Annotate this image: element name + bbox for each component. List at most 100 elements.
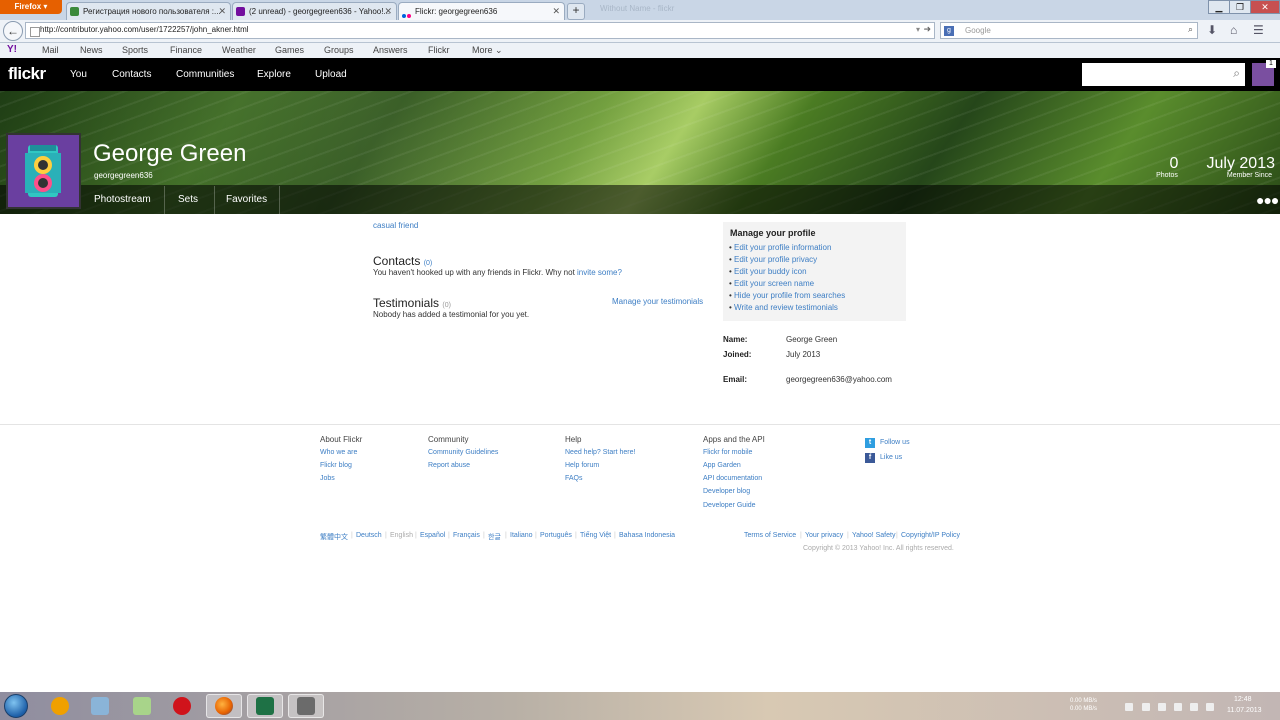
- go-arrow-icon[interactable]: ➜: [923, 24, 931, 35]
- facebook-icon[interactable]: f: [865, 453, 875, 463]
- manage-testimonials-link[interactable]: Manage your testimonials: [612, 297, 703, 306]
- edit-profile-privacy-link[interactable]: • Edit your profile privacy: [729, 255, 817, 264]
- clock-time[interactable]: 12:48: [1234, 696, 1252, 703]
- bookmark-flickr[interactable]: Flickr: [428, 45, 450, 55]
- close-window-button[interactable]: ✕: [1250, 0, 1280, 14]
- yahoo-logo-icon[interactable]: Y!: [7, 44, 17, 55]
- search-icon[interactable]: ⌕: [1188, 24, 1193, 35]
- nav-explore[interactable]: Explore: [257, 69, 291, 80]
- taskbar-app-explorer[interactable]: [82, 694, 118, 718]
- write-testimonials-link[interactable]: • Write and review testimonials: [729, 303, 838, 312]
- lang-francais[interactable]: Français: [453, 532, 480, 539]
- copyright-policy-link[interactable]: Copyright/IP Policy: [901, 532, 960, 539]
- footer-who-we-are[interactable]: Who we are: [320, 449, 357, 456]
- taskbar-app-excel[interactable]: [247, 694, 283, 718]
- email-link[interactable]: georgegreen636@yahoo.com: [786, 375, 892, 384]
- edit-profile-info-link[interactable]: • Edit your profile information: [729, 243, 831, 252]
- bookmark-weather[interactable]: Weather: [222, 45, 256, 55]
- link-label[interactable]: Hide your profile from searches: [734, 291, 845, 300]
- url-text[interactable]: http://contributor.yahoo.com/user/172225…: [40, 25, 249, 34]
- minimize-button[interactable]: ▁: [1208, 0, 1230, 14]
- footer-flickr-blog[interactable]: Flickr blog: [320, 462, 352, 469]
- tab-yahoo-mail[interactable]: (2 unread) - georgegreen636 - Yahoo!... …: [232, 2, 397, 20]
- back-button[interactable]: ←: [3, 21, 23, 41]
- tray-icon[interactable]: [1158, 703, 1166, 711]
- privacy-link[interactable]: Your privacy: [805, 532, 843, 539]
- clock-date[interactable]: 11.07.2013: [1227, 707, 1262, 714]
- link-label[interactable]: Edit your profile privacy: [734, 255, 817, 264]
- taskbar-app-avast[interactable]: [42, 694, 78, 718]
- google-engine-icon[interactable]: g: [944, 26, 954, 36]
- flickr-search-input[interactable]: ⌕: [1082, 63, 1245, 86]
- close-tab-icon[interactable]: ✕: [218, 3, 226, 20]
- footer-need-help[interactable]: Need help? Start here!: [565, 449, 635, 456]
- url-bar[interactable]: http://contributor.yahoo.com/user/172225…: [25, 22, 935, 39]
- keyboard-layout-icon[interactable]: [1206, 703, 1214, 711]
- taskbar-app-firefox[interactable]: [206, 694, 242, 718]
- tray-icon[interactable]: [1174, 703, 1182, 711]
- footer-help-forum[interactable]: Help forum: [565, 462, 599, 469]
- buddy-icon[interactable]: [6, 133, 81, 209]
- close-tab-icon[interactable]: ✕: [384, 3, 392, 20]
- tab-photostream[interactable]: Photostream: [94, 194, 151, 205]
- invite-link[interactable]: invite some?: [577, 268, 622, 277]
- link-label[interactable]: Edit your profile information: [734, 243, 831, 252]
- nav-upload[interactable]: Upload: [315, 69, 347, 80]
- tab-flickr[interactable]: Flickr: georgegreen636 ✕: [398, 2, 565, 20]
- bookmark-sports[interactable]: Sports: [122, 45, 148, 55]
- download-icon[interactable]: ⬇: [1207, 23, 1217, 37]
- tray-icon[interactable]: [1125, 703, 1133, 711]
- footer-dev-blog[interactable]: Developer blog: [703, 488, 750, 495]
- relationship-link[interactable]: casual friend: [373, 221, 418, 230]
- close-tab-icon[interactable]: ✕: [552, 3, 560, 20]
- edit-buddy-icon-link[interactable]: • Edit your buddy icon: [729, 267, 807, 276]
- lang-portugues[interactable]: Português: [540, 532, 572, 539]
- footer-dev-guide[interactable]: Developer Guide: [703, 502, 756, 509]
- more-options-icon[interactable]: ●●●: [1256, 192, 1279, 208]
- tab-registration[interactable]: Регистрация нового пользователя :... ✕: [66, 2, 231, 20]
- taskbar-app-opera[interactable]: [164, 694, 200, 718]
- terms-link[interactable]: Terms of Service: [744, 532, 796, 539]
- search-bar[interactable]: g Google ⌕: [940, 22, 1198, 39]
- lang-vietnamese[interactable]: Tiếng Việt: [580, 532, 611, 539]
- search-placeholder[interactable]: Google: [965, 26, 991, 35]
- firefox-menu-button[interactable]: Firefox ▾: [0, 0, 62, 14]
- tab-favorites[interactable]: Favorites: [226, 194, 267, 205]
- notification-badge[interactable]: 1: [1266, 60, 1276, 68]
- nav-communities[interactable]: Communities: [176, 69, 234, 80]
- safety-link[interactable]: Yahoo! Safety: [852, 532, 895, 539]
- taskbar-app-tool[interactable]: [288, 694, 324, 718]
- url-dropdown-icon[interactable]: ▾: [916, 25, 920, 34]
- lang-bahasa[interactable]: Bahasa Indonesia: [619, 532, 675, 539]
- nav-contacts[interactable]: Contacts: [112, 69, 151, 80]
- lang-korean[interactable]: 한글: [488, 532, 501, 542]
- bookmark-news[interactable]: News: [80, 45, 103, 55]
- menu-icon[interactable]: ☰: [1253, 23, 1264, 37]
- volume-icon[interactable]: [1190, 703, 1198, 711]
- contacts-count[interactable]: (0): [424, 260, 433, 267]
- flickr-logo[interactable]: flickr: [8, 64, 46, 84]
- footer-app-garden[interactable]: App Garden: [703, 462, 741, 469]
- home-icon[interactable]: ⌂: [1230, 23, 1237, 37]
- twitter-icon[interactable]: t: [865, 438, 875, 448]
- bookmark-answers[interactable]: Answers: [373, 45, 408, 55]
- bookmark-games[interactable]: Games: [275, 45, 304, 55]
- hide-profile-link[interactable]: • Hide your profile from searches: [729, 291, 845, 300]
- footer-flickr-mobile[interactable]: Flickr for mobile: [703, 449, 752, 456]
- footer-community-guidelines[interactable]: Community Guidelines: [428, 449, 498, 456]
- lang-espanol[interactable]: Español: [420, 532, 445, 539]
- footer-follow-us[interactable]: Follow us: [880, 439, 910, 446]
- start-button[interactable]: [4, 694, 28, 718]
- lang-traditional-chinese[interactable]: 繁體中文: [320, 532, 348, 542]
- restore-button[interactable]: ❐: [1229, 0, 1251, 14]
- tab-sets[interactable]: Sets: [178, 194, 198, 205]
- bookmark-finance[interactable]: Finance: [170, 45, 202, 55]
- link-label[interactable]: Write and review testimonials: [734, 303, 838, 312]
- edit-screen-name-link[interactable]: • Edit your screen name: [729, 279, 814, 288]
- footer-api-docs[interactable]: API documentation: [703, 475, 762, 482]
- footer-report-abuse[interactable]: Report abuse: [428, 462, 470, 469]
- taskbar-app-notepad[interactable]: [124, 694, 160, 718]
- lang-italiano[interactable]: Italiano: [510, 532, 533, 539]
- footer-faqs[interactable]: FAQs: [565, 475, 583, 482]
- bookmark-groups[interactable]: Groups: [324, 45, 354, 55]
